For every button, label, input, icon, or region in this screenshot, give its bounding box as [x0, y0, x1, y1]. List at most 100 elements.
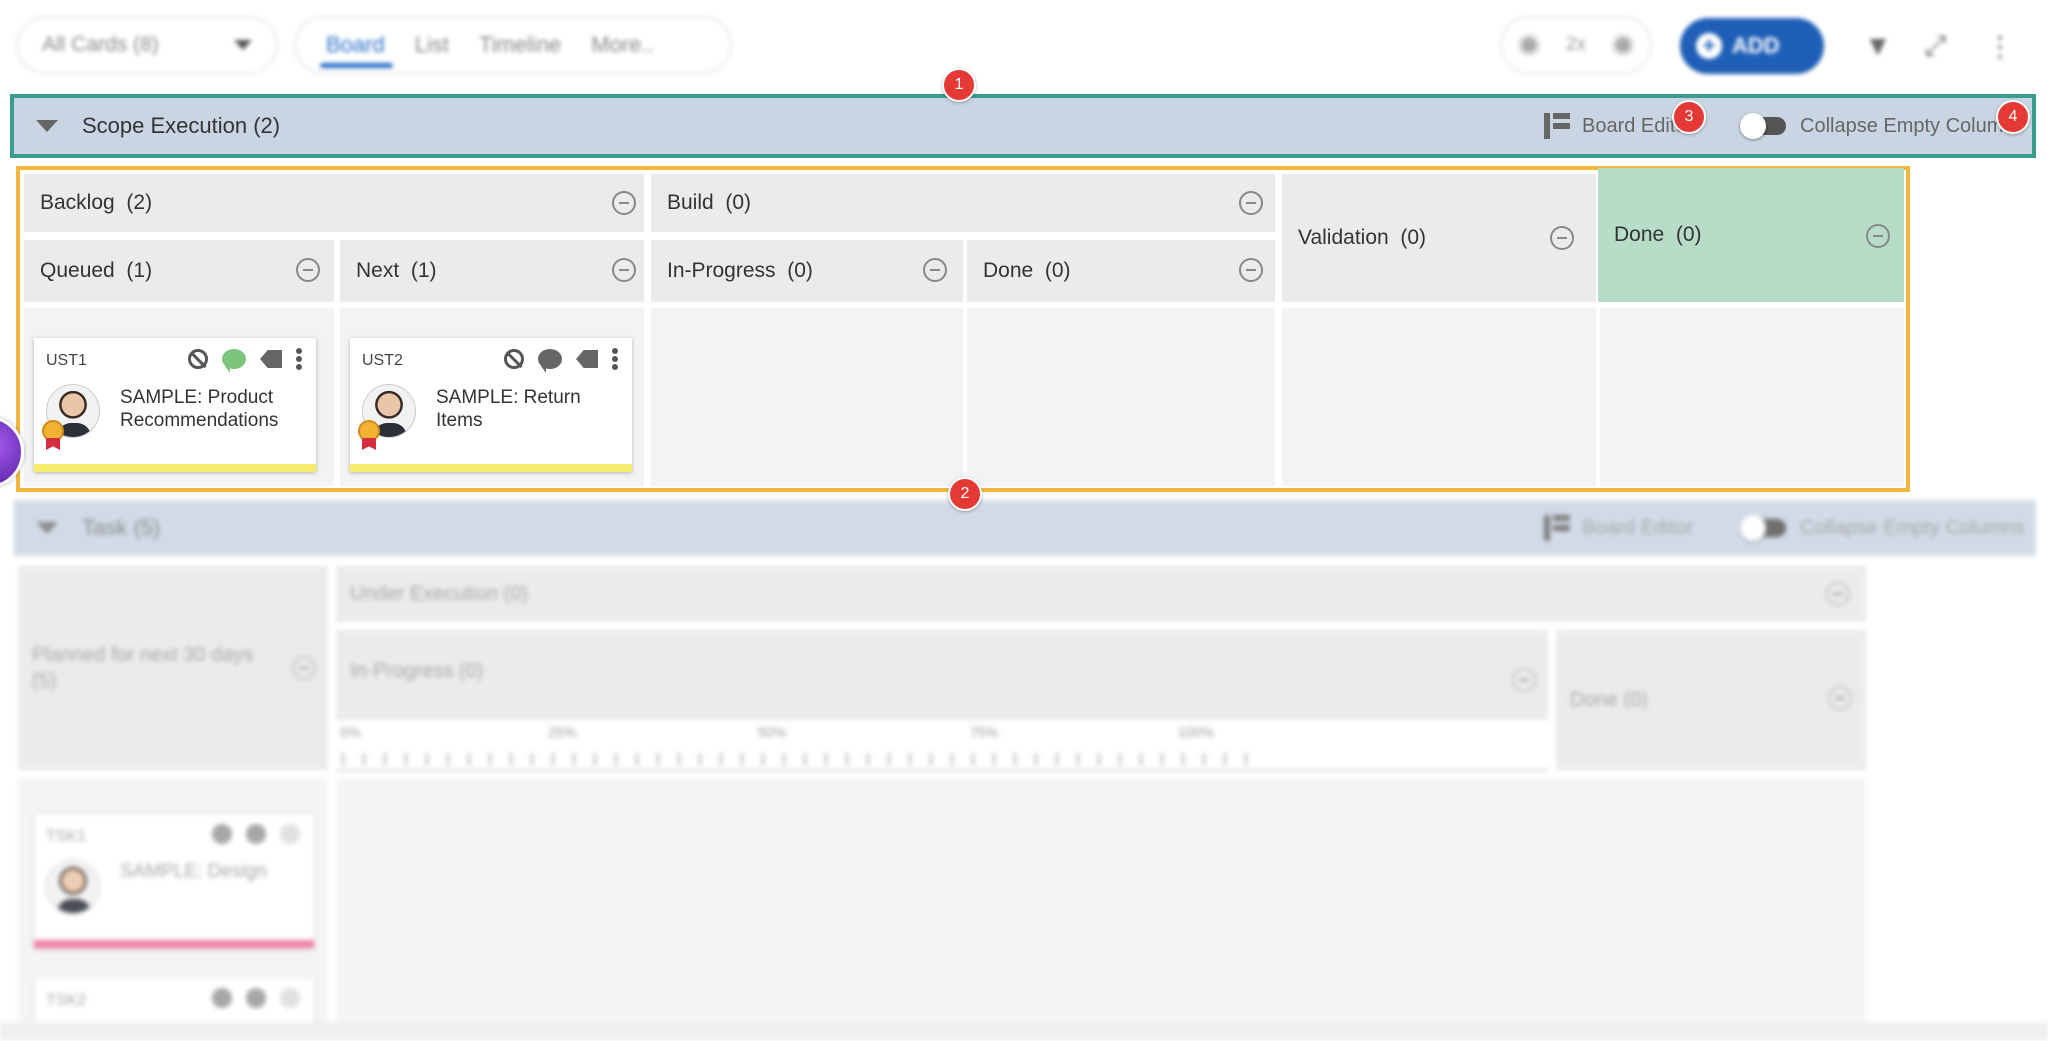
collapse-triangle-icon[interactable] [36, 522, 58, 534]
column-in-progress: In-Progress (0) [651, 240, 963, 302]
zoom-control: 2x [1500, 16, 1652, 74]
card-tsk2[interactable]: TSK2 [34, 978, 314, 1028]
card-title[interactable]: SAMPLE: Design [120, 860, 300, 883]
column-planned: Planned for next 30 days (5) [18, 566, 328, 770]
column-under-execution: Under Execution (0) [336, 566, 1866, 622]
column-body-validation [1282, 308, 1596, 486]
block-icon[interactable] [188, 349, 208, 369]
bottom-bar [0, 1022, 2048, 1041]
column-task-in-progress: In-Progress (0) [336, 630, 1548, 720]
card-ust2[interactable]: UST2 SAMPLE: Return Items [350, 338, 632, 472]
tab-list[interactable]: List [415, 32, 449, 58]
collapse-empty-columns-label: Collapse Empty Columns [1800, 516, 2025, 539]
column-backlog: Backlog (2) [24, 174, 644, 232]
board-editor-icon [1544, 515, 1570, 541]
column-build: Build (0) [651, 174, 1275, 232]
comment-icon[interactable] [246, 988, 266, 1008]
task-lane-header: Task (5) Board Editor Collapse Empty Col… [14, 500, 2036, 556]
collapse-column-icon[interactable] [612, 258, 636, 282]
card-title[interactable]: SAMPLE: Return Items [436, 386, 616, 432]
collapse-empty-columns: Collapse Empty Columns [1740, 98, 2025, 154]
board-editor-icon [1544, 113, 1570, 139]
column-body-build-done [967, 308, 1275, 486]
column-queued: Queued (1) [24, 240, 334, 302]
more-vertical-icon[interactable]: ⋮ [1986, 30, 2014, 63]
collapse-column-icon[interactable] [1866, 224, 1890, 248]
more-vertical-icon[interactable] [612, 348, 618, 370]
collapse-column-icon[interactable] [923, 258, 947, 282]
collapse-empty-columns-toggle[interactable] [1740, 113, 1786, 139]
ribbon-icon [362, 438, 376, 450]
tag-icon[interactable] [280, 988, 300, 1008]
annotation-badge-3: 3 [1672, 100, 1706, 134]
tag-icon[interactable] [260, 350, 282, 368]
fullscreen-icon[interactable]: ⤢ [1924, 30, 1946, 63]
avatar[interactable] [46, 860, 100, 914]
column-validation: Validation (0) [1282, 174, 1596, 302]
progress-label: 25% [548, 724, 577, 740]
tab-board[interactable]: Board [320, 32, 393, 68]
collapse-column-icon[interactable] [1512, 668, 1536, 692]
card-actions [212, 988, 300, 1008]
comment-icon[interactable] [246, 824, 266, 844]
collapse-triangle-icon[interactable] [36, 120, 58, 132]
tag-icon[interactable] [280, 824, 300, 844]
tab-more[interactable]: More.. [591, 32, 653, 58]
column-task-done: Done (0) [1556, 630, 1866, 770]
scope-board: Backlog (2) Build (0) Validation (0) Don… [16, 166, 1910, 492]
card-ust1[interactable]: UST1 SAMPLE: Product Recommendations [34, 338, 316, 472]
cards-filter-label: All Cards (8) [42, 33, 159, 56]
annotation-badge-1: 1 [942, 68, 976, 102]
top-toolbar: All Cards (8) Board List Timeline More..… [0, 0, 2048, 95]
collapse-empty-columns-label: Collapse Empty Columns [1800, 114, 2025, 137]
collapse-column-icon[interactable] [296, 258, 320, 282]
column-body-in-progress [651, 308, 963, 486]
card-id: UST2 [362, 352, 403, 369]
board-editor-button[interactable]: Board Editor [1544, 98, 1693, 154]
add-button[interactable]: + ADD [1680, 18, 1824, 74]
block-icon[interactable] [212, 824, 232, 844]
progress-label: 75% [970, 724, 999, 740]
collapse-column-icon[interactable] [1239, 191, 1263, 215]
comment-icon[interactable] [222, 349, 246, 373]
collapse-column-icon[interactable] [1239, 258, 1263, 282]
card-actions [212, 824, 300, 844]
card-tsk1[interactable]: TSK1 SAMPLE: Design [34, 814, 314, 948]
filter-icon[interactable]: ▼ [1864, 30, 1892, 62]
zoom-out-icon[interactable] [1518, 34, 1540, 56]
tag-icon[interactable] [576, 350, 598, 368]
collapse-empty-columns-toggle[interactable] [1740, 515, 1786, 541]
comment-icon[interactable] [538, 349, 562, 373]
lane-title: Scope Execution (2) [82, 113, 281, 138]
cards-filter-select[interactable]: All Cards (8) [16, 16, 278, 74]
card-id: TSK1 [46, 828, 87, 845]
card-actions [504, 348, 618, 373]
card-id: UST1 [46, 352, 87, 369]
collapse-empty-columns: Collapse Empty Columns [1740, 500, 2025, 556]
add-button-label: ADD [1732, 33, 1780, 58]
view-tabs: Board List Timeline More.. [294, 16, 732, 74]
card-title[interactable]: SAMPLE: Product Recommendations [120, 386, 300, 432]
block-icon[interactable] [504, 349, 524, 369]
block-icon[interactable] [212, 988, 232, 1008]
scope-execution-lane-header: Scope Execution (2) Board Editor Collaps… [10, 94, 2036, 158]
progress-label: 100% [1178, 724, 1214, 740]
collapse-column-icon[interactable] [1550, 226, 1574, 250]
zoom-level: 2x [1565, 34, 1587, 55]
ribbon-icon [46, 438, 60, 450]
collapse-column-icon[interactable] [292, 656, 316, 680]
collapse-column-icon[interactable] [1828, 686, 1852, 710]
board-editor-button[interactable]: Board Editor [1544, 500, 1693, 556]
collapse-column-icon[interactable] [612, 191, 636, 215]
annotation-badge-2: 2 [948, 477, 982, 511]
progress-label: 50% [758, 724, 787, 740]
more-vertical-icon[interactable] [296, 348, 302, 370]
collapse-column-icon[interactable] [1826, 582, 1850, 606]
column-build-done: Done (0) [967, 240, 1275, 302]
column-next: Next (1) [340, 240, 644, 302]
chevron-down-icon [234, 40, 252, 50]
annotation-badge-4: 4 [1996, 100, 2030, 134]
zoom-in-icon[interactable] [1611, 34, 1634, 56]
tab-timeline[interactable]: Timeline [479, 32, 561, 58]
plus-icon: + [1696, 33, 1722, 59]
